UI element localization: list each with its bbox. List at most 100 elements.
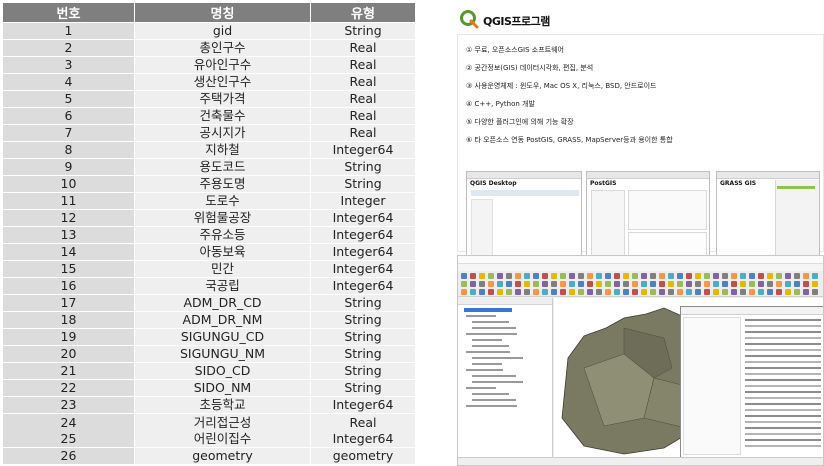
toolbar-icon[interactable] bbox=[524, 289, 530, 295]
toolbar-icon[interactable] bbox=[614, 289, 620, 295]
toolbar-icon[interactable] bbox=[695, 289, 701, 295]
toolbar-icon[interactable] bbox=[515, 273, 521, 279]
toolbar-icon[interactable] bbox=[506, 289, 512, 295]
toolbar-icon[interactable] bbox=[479, 273, 485, 279]
dialog-field-row[interactable] bbox=[745, 391, 821, 393]
toolbar-icon[interactable] bbox=[479, 281, 485, 287]
toolbar-icon[interactable] bbox=[794, 281, 800, 287]
dialog-field-row[interactable] bbox=[745, 421, 821, 423]
toolbar-icon[interactable] bbox=[659, 281, 665, 287]
toolbar-icon[interactable] bbox=[497, 289, 503, 295]
toolbar-icon[interactable] bbox=[479, 289, 485, 295]
toolbar-icon[interactable] bbox=[659, 289, 665, 295]
layer-row[interactable] bbox=[472, 357, 523, 359]
toolbar-icon[interactable] bbox=[560, 289, 566, 295]
toolbar-icon[interactable] bbox=[812, 281, 818, 287]
toolbar-icon[interactable] bbox=[488, 289, 494, 295]
toolbar-icon[interactable] bbox=[668, 281, 674, 287]
toolbar-icon[interactable] bbox=[542, 273, 548, 279]
toolbar-icon[interactable] bbox=[470, 281, 476, 287]
toolbar-icon[interactable] bbox=[641, 281, 647, 287]
toolbar-icon[interactable] bbox=[470, 289, 476, 295]
layer-row[interactable] bbox=[466, 333, 517, 335]
toolbar-icon[interactable] bbox=[542, 289, 548, 295]
toolbar-icon[interactable] bbox=[551, 289, 557, 295]
toolbar-icon[interactable] bbox=[506, 281, 512, 287]
toolbar-icon[interactable] bbox=[704, 281, 710, 287]
toolbar-icon[interactable] bbox=[686, 289, 692, 295]
dialog-field-row[interactable] bbox=[745, 379, 821, 381]
dialog-field-row[interactable] bbox=[745, 433, 821, 435]
toolbar-icon[interactable] bbox=[668, 273, 674, 279]
layer-row[interactable] bbox=[472, 321, 509, 323]
toolbar-icon[interactable] bbox=[803, 273, 809, 279]
toolbar-icon[interactable] bbox=[812, 273, 818, 279]
toolbar-icon[interactable] bbox=[623, 273, 629, 279]
toolbar-icon[interactable] bbox=[758, 289, 764, 295]
toolbar-icon[interactable] bbox=[758, 273, 764, 279]
toolbar-icon[interactable] bbox=[749, 281, 755, 287]
toolbar-icon[interactable] bbox=[704, 273, 710, 279]
dialog-field-row[interactable] bbox=[745, 409, 821, 411]
dialog-field-row[interactable] bbox=[745, 361, 821, 363]
toolbar-icon[interactable] bbox=[461, 289, 467, 295]
layer-row[interactable] bbox=[472, 339, 502, 341]
toolbar-icon[interactable] bbox=[578, 273, 584, 279]
dialog-field-row[interactable] bbox=[745, 373, 821, 375]
toolbar-icon[interactable] bbox=[677, 289, 683, 295]
layer-row[interactable] bbox=[472, 375, 516, 377]
toolbar-icon[interactable] bbox=[488, 281, 494, 287]
dialog-field-row[interactable] bbox=[745, 397, 821, 399]
layer-row[interactable] bbox=[466, 369, 503, 371]
toolbar-icon[interactable] bbox=[650, 273, 656, 279]
toolbar-icon[interactable] bbox=[569, 273, 575, 279]
toolbar-icon[interactable] bbox=[704, 289, 710, 295]
toolbar-icon[interactable] bbox=[740, 281, 746, 287]
toolbar-icon[interactable] bbox=[470, 273, 476, 279]
layer-row[interactable] bbox=[466, 387, 496, 389]
toolbar-icon[interactable] bbox=[803, 281, 809, 287]
toolbar-icon[interactable] bbox=[650, 281, 656, 287]
dialog-field-row[interactable] bbox=[745, 445, 821, 447]
toolbar-icon[interactable] bbox=[794, 289, 800, 295]
toolbar-icon[interactable] bbox=[524, 281, 530, 287]
toolbar-icon[interactable] bbox=[749, 289, 755, 295]
toolbar-icon[interactable] bbox=[686, 281, 692, 287]
toolbar-icon[interactable] bbox=[497, 281, 503, 287]
layer-row[interactable] bbox=[466, 315, 496, 317]
toolbar-icon[interactable] bbox=[461, 273, 467, 279]
dialog-field-row[interactable] bbox=[745, 367, 821, 369]
toolbar-icon[interactable] bbox=[551, 273, 557, 279]
toolbar-icon[interactable] bbox=[803, 289, 809, 295]
dialog-field-row[interactable] bbox=[745, 319, 821, 321]
toolbar-icon[interactable] bbox=[605, 281, 611, 287]
toolbar-icon[interactable] bbox=[641, 273, 647, 279]
toolbar-icon[interactable] bbox=[668, 289, 674, 295]
toolbar-icon[interactable] bbox=[578, 281, 584, 287]
toolbar-icon[interactable] bbox=[461, 281, 467, 287]
toolbar-icon[interactable] bbox=[632, 289, 638, 295]
toolbar-icon[interactable] bbox=[614, 281, 620, 287]
toolbar-icon[interactable] bbox=[596, 281, 602, 287]
toolbar-icon[interactable] bbox=[569, 281, 575, 287]
toolbar-icon[interactable] bbox=[623, 289, 629, 295]
toolbar-icon[interactable] bbox=[488, 273, 494, 279]
toolbar-icon[interactable] bbox=[713, 273, 719, 279]
dialog-field-row[interactable] bbox=[745, 415, 821, 417]
layer-row[interactable] bbox=[472, 393, 509, 395]
dialog-field-row[interactable] bbox=[745, 325, 821, 327]
dialog-field-row[interactable] bbox=[745, 355, 821, 357]
toolbar-icon[interactable] bbox=[623, 281, 629, 287]
layer-row[interactable] bbox=[472, 381, 523, 383]
toolbar-icon[interactable] bbox=[785, 281, 791, 287]
toolbar-icon[interactable] bbox=[776, 273, 782, 279]
toolbar-icon[interactable] bbox=[533, 281, 539, 287]
toolbar-icon[interactable] bbox=[542, 281, 548, 287]
toolbar-icon[interactable] bbox=[767, 273, 773, 279]
toolbar-icon[interactable] bbox=[785, 273, 791, 279]
toolbar-icon[interactable] bbox=[569, 289, 575, 295]
layer-row[interactable] bbox=[472, 345, 509, 347]
toolbar-icon[interactable] bbox=[785, 289, 791, 295]
toolbar-icon[interactable] bbox=[587, 289, 593, 295]
toolbar-icon[interactable] bbox=[713, 289, 719, 295]
